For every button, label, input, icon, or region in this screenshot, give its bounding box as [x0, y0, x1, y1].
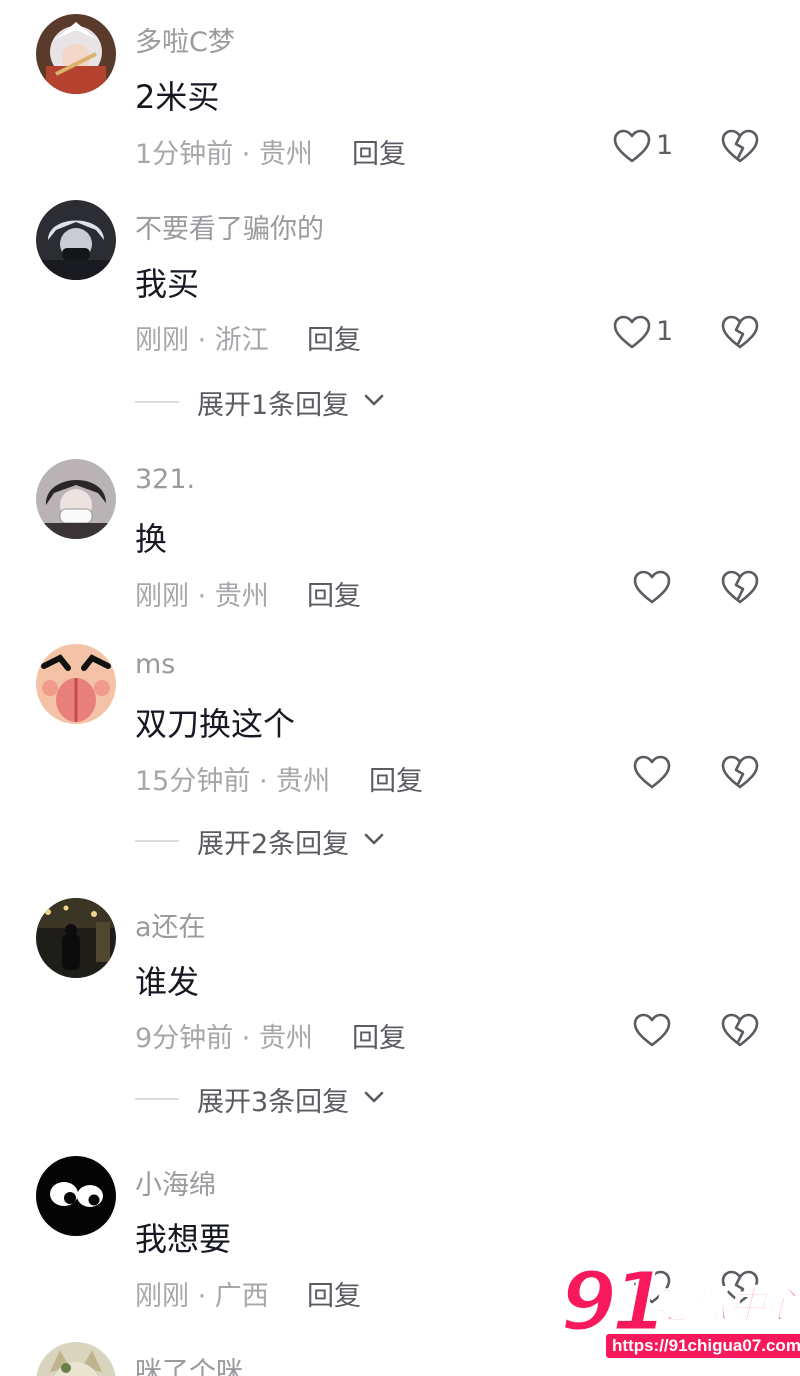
comment-username[interactable]: 多啦C梦	[135, 20, 235, 59]
comment-location: 贵州	[258, 139, 313, 170]
black-eyes-avatar-icon[interactable]	[36, 1156, 116, 1236]
broken-heart-icon[interactable]	[720, 1011, 760, 1051]
comment-username[interactable]: 小海绵	[135, 1163, 216, 1202]
reply-button[interactable]: 回复	[352, 132, 406, 171]
reply-button[interactable]: 回复	[369, 759, 423, 798]
comment-time: 刚刚	[135, 325, 189, 356]
heart-icon[interactable]	[632, 753, 672, 793]
meta-separator: ·	[233, 139, 259, 170]
anime-mask-avatar-icon[interactable]	[36, 459, 116, 539]
watermark-url: https://91chigua07.com	[606, 1334, 800, 1358]
expand-divider	[135, 401, 179, 403]
comment-meta: 15分钟前 · 贵州	[135, 759, 330, 798]
cat-avatar-icon[interactable]	[36, 1342, 116, 1376]
expand-replies-label: 展开3条回复	[197, 1087, 350, 1118]
broken-heart-icon[interactable]	[720, 313, 760, 353]
meta-separator: ·	[189, 1281, 215, 1312]
meta-separator: ·	[189, 581, 215, 612]
comment-location: 浙江	[214, 325, 269, 356]
expand-divider	[135, 1098, 179, 1100]
chevron-down-icon	[361, 1084, 387, 1110]
comment-time: 刚刚	[135, 1281, 189, 1312]
meta-separator: ·	[189, 325, 215, 356]
comment-time: 刚刚	[135, 581, 189, 612]
comment-text: 换	[135, 520, 168, 558]
meta-separator: ·	[250, 766, 277, 797]
expand-replies-button[interactable]: 展开1条回复	[135, 383, 435, 423]
anime-white-hair-avatar-icon[interactable]	[36, 14, 116, 94]
comment-username[interactable]: 咪了个咪	[135, 1350, 243, 1376]
expand-replies-button[interactable]: 展开2条回复	[135, 822, 435, 862]
comment-meta: 9分钟前 · 贵州	[135, 1016, 313, 1055]
heart-icon[interactable]	[612, 313, 652, 353]
comment-text: 谁发	[135, 963, 200, 1001]
comment-meta: 刚刚 · 浙江	[135, 318, 269, 357]
chevron-down-icon	[361, 826, 387, 852]
reply-button[interactable]: 回复	[307, 318, 361, 357]
reply-button[interactable]: 回复	[307, 574, 361, 613]
expand-divider	[135, 840, 179, 842]
comment-text: 我买	[135, 265, 200, 303]
like-count: 1	[656, 130, 674, 161]
comment-location: 贵州	[214, 581, 269, 612]
anime-masked-boy-avatar-icon[interactable]	[36, 200, 116, 280]
comment-text: 2米买	[135, 78, 220, 116]
heart-icon[interactable]	[612, 127, 652, 167]
heart-icon[interactable]	[632, 568, 672, 608]
cartoon-face-avatar-icon[interactable]	[36, 644, 116, 724]
reply-button[interactable]: 回复	[307, 1274, 361, 1313]
comment-username[interactable]: a还在	[135, 905, 206, 944]
chevron-down-icon	[361, 387, 387, 413]
comment-location: 广西	[214, 1281, 269, 1312]
comment-time: 15分钟前	[135, 766, 251, 797]
broken-heart-icon[interactable]	[720, 753, 760, 793]
comment-meta: 刚刚 · 贵州	[135, 574, 269, 613]
watermark-brand: 吃瓜中心	[651, 1282, 800, 1328]
comment-location: 贵州	[258, 1023, 313, 1054]
comment-meta: 刚刚 · 广西	[135, 1274, 269, 1313]
comment-username[interactable]: 不要看了骗你的	[135, 207, 324, 246]
comment-time: 9分钟前	[135, 1023, 234, 1054]
comment-location: 贵州	[276, 766, 331, 797]
heart-icon[interactable]	[632, 1011, 672, 1051]
comment-meta: 1分钟前 · 贵州	[135, 132, 313, 171]
watermark-logo: 91 吃瓜中心 https://91chigua07.com	[558, 1260, 800, 1368]
broken-heart-icon[interactable]	[720, 127, 760, 167]
expand-replies-label: 展开1条回复	[197, 390, 350, 421]
night-street-avatar-icon[interactable]	[36, 898, 116, 978]
expand-replies-button[interactable]: 展开3条回复	[135, 1080, 435, 1120]
comment-text: 双刀换这个	[135, 705, 296, 743]
expand-replies-label: 展开2条回复	[197, 829, 350, 860]
meta-separator: ·	[233, 1023, 259, 1054]
comment-username[interactable]: ms	[135, 649, 175, 680]
comment-username[interactable]: 321.	[135, 464, 195, 495]
comment-time: 1分钟前	[135, 139, 234, 170]
like-count: 1	[656, 316, 674, 347]
reply-button[interactable]: 回复	[352, 1016, 406, 1055]
comment-text: 我想要	[135, 1220, 232, 1258]
broken-heart-icon[interactable]	[720, 568, 760, 608]
watermark-number: 91	[558, 1255, 669, 1350]
